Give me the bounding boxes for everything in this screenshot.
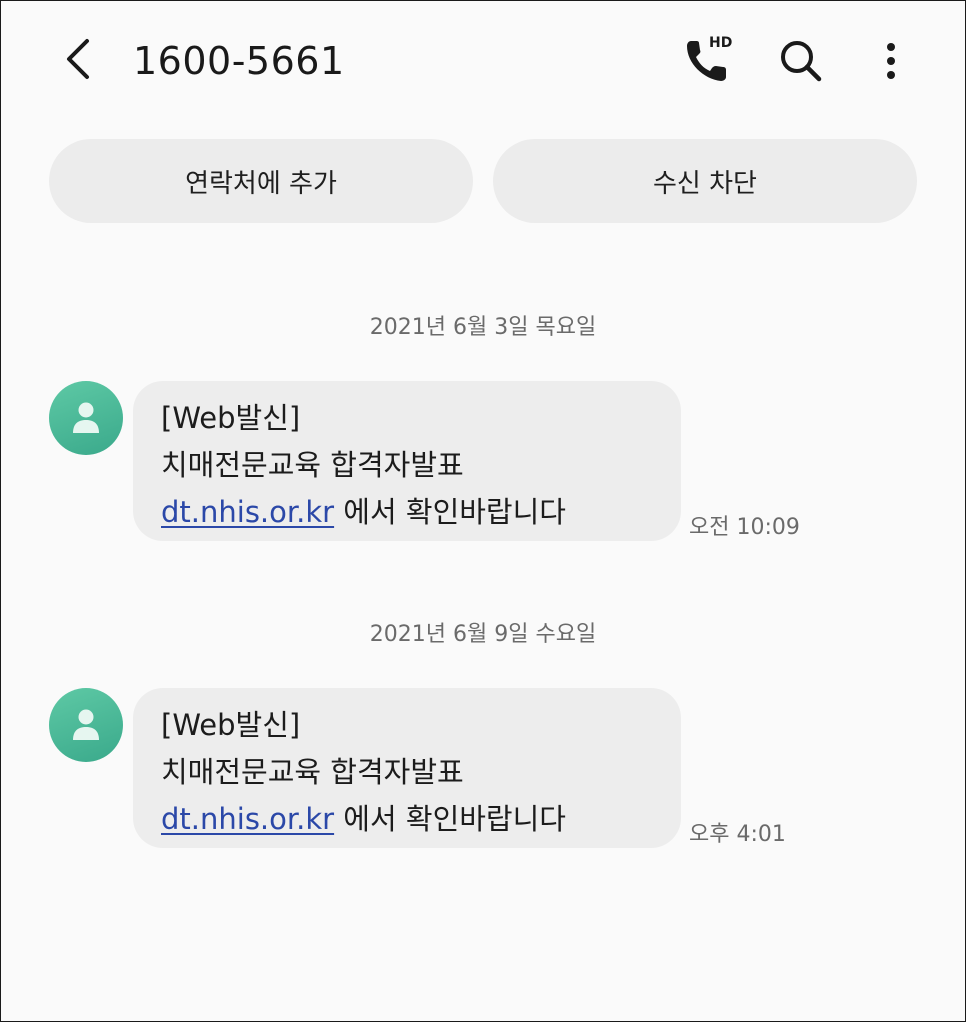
chevron-left-icon	[67, 39, 89, 79]
avatar[interactable]	[49, 381, 123, 455]
add-contact-button[interactable]: 연락처에 추가	[49, 139, 473, 223]
more-dot	[887, 71, 895, 79]
avatar[interactable]	[49, 688, 123, 762]
message-line: dt.nhis.or.kr 에서 확인바랍니다	[161, 489, 653, 536]
more-options-button[interactable]	[867, 37, 915, 85]
search-icon	[781, 41, 822, 82]
date-separator: 2021년 6월 9일 수요일	[369, 622, 597, 647]
hd-label: HD	[709, 35, 733, 51]
back-button[interactable]	[53, 31, 103, 87]
conversation-title: 1600-5661	[133, 39, 345, 83]
hd-call-button[interactable]: HD	[681, 33, 737, 89]
message-thread-screen: 1600-5661 HD 연락처에 추가 수신 차단 2021년 6월 3일 목…	[0, 0, 966, 1022]
more-dot	[887, 57, 895, 65]
person-icon	[73, 709, 99, 740]
message-line: dt.nhis.or.kr 에서 확인바랍니다	[161, 796, 653, 843]
message-line: 치매전문교육 합격자발표	[161, 448, 464, 482]
more-vertical-icon	[887, 43, 895, 51]
message-bubble[interactable]: [Web발신] 치매전문교육 합격자발표 dt.nhis.or.kr 에서 확인…	[133, 688, 681, 848]
message-link[interactable]: dt.nhis.or.kr	[161, 802, 334, 836]
message-line: [Web발신]	[161, 401, 301, 435]
date-separator: 2021년 6월 3일 목요일	[369, 315, 597, 340]
message-time: 오후 4:01	[689, 822, 786, 847]
app-header: 1600-5661 HD	[1, 1, 965, 121]
message-text: 에서 확인바랍니다	[334, 495, 566, 529]
search-button[interactable]	[777, 37, 825, 85]
person-icon	[73, 402, 99, 433]
message-time: 오전 10:09	[689, 515, 800, 540]
block-number-button[interactable]: 수신 차단	[493, 139, 917, 223]
message-link[interactable]: dt.nhis.or.kr	[161, 495, 334, 529]
message-line: [Web발신]	[161, 708, 301, 742]
message-text: 에서 확인바랍니다	[334, 802, 566, 836]
message-bubble[interactable]: [Web발신] 치매전문교육 합격자발표 dt.nhis.or.kr 에서 확인…	[133, 381, 681, 541]
message-line: 치매전문교육 합격자발표	[161, 755, 464, 789]
